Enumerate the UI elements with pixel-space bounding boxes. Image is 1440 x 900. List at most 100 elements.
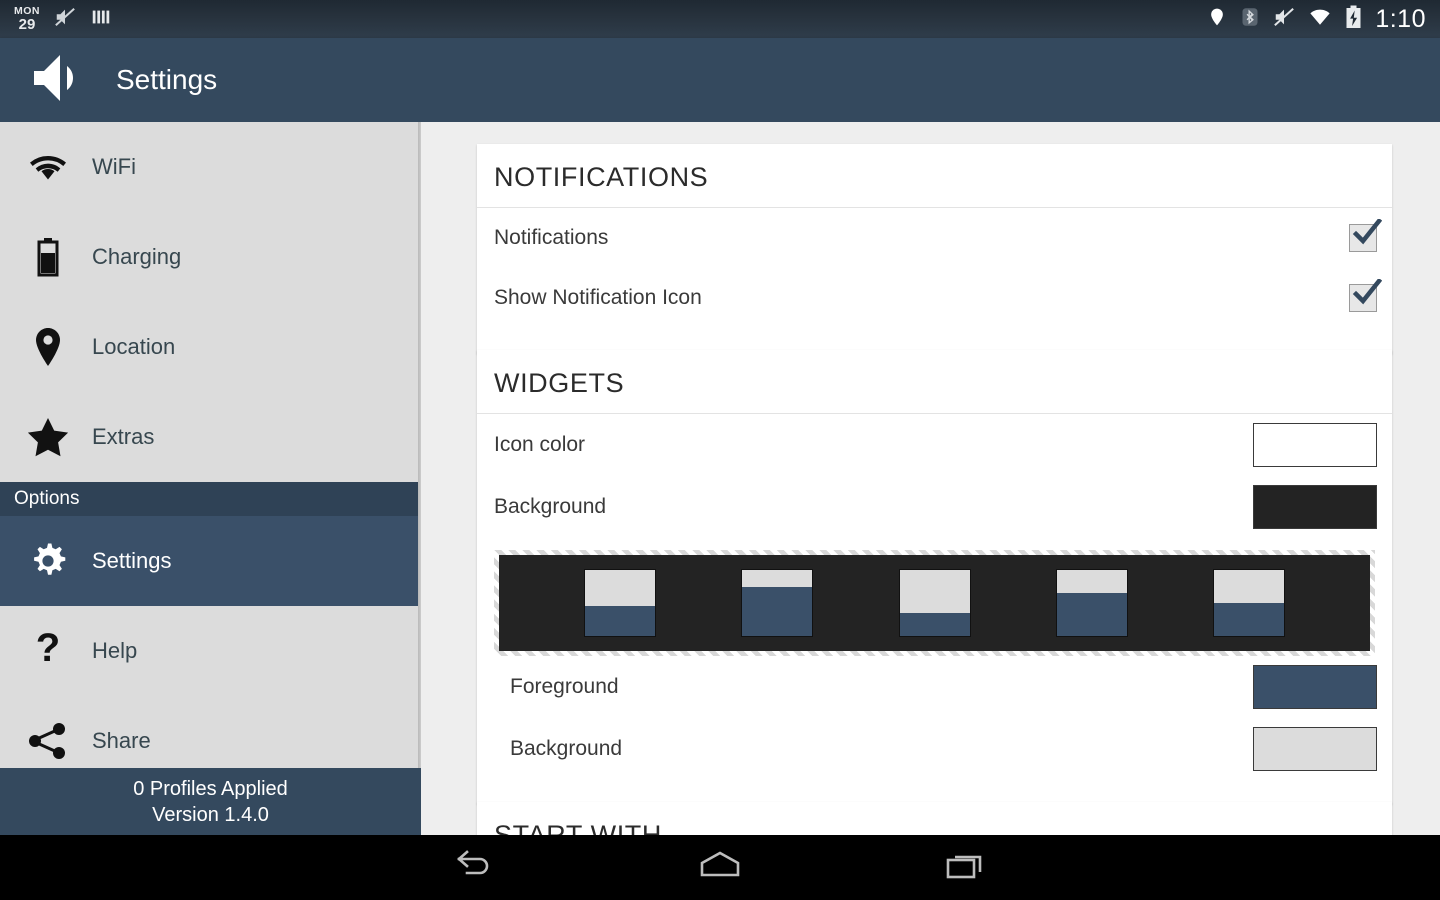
home-icon[interactable] xyxy=(696,848,744,887)
status-date-daynumber: 29 xyxy=(18,16,36,34)
preview-gap xyxy=(813,555,898,651)
nav-back-slot[interactable] xyxy=(353,848,598,887)
card-start-with: START WITH xyxy=(477,802,1392,835)
status-bar: MON 29 1:10 xyxy=(0,0,1440,38)
preview-bar-top xyxy=(585,570,656,607)
app-bar: Settings xyxy=(0,38,1440,122)
share-icon xyxy=(14,721,82,761)
row-label: Notifications xyxy=(494,226,609,249)
sidebar-item-help[interactable]: ? Help xyxy=(0,606,421,696)
row-foreground[interactable]: Foreground xyxy=(477,656,1392,718)
sidebar-item-settings[interactable]: Settings xyxy=(0,516,421,606)
sidebar-item-wifi[interactable]: WiFi xyxy=(0,122,421,212)
sidebar-item-location[interactable]: Location xyxy=(0,302,421,392)
version-text: Version 1.4.0 xyxy=(152,803,269,826)
status-date-badge: MON 29 xyxy=(14,6,40,33)
bars-icon xyxy=(90,6,112,33)
row-notifications[interactable]: Notifications xyxy=(477,208,1392,268)
status-clock: 1:10 xyxy=(1375,4,1426,33)
preview-bar xyxy=(1055,555,1128,651)
card-title: START WITH xyxy=(477,802,1392,835)
row-label: Show Notification Icon xyxy=(494,286,702,309)
row-label: Foreground xyxy=(510,675,619,698)
wifi-icon xyxy=(14,152,82,182)
location-pin-icon xyxy=(14,327,82,367)
status-date-dayofweek: MON xyxy=(14,4,40,17)
sidebar-footer: 0 Profiles Applied Version 1.4.0 xyxy=(0,768,421,835)
preview-bar-col xyxy=(1055,569,1128,637)
gear-icon xyxy=(14,539,82,583)
android-navigation-bar[interactable] xyxy=(0,835,1440,900)
checkbox-show-notification-icon[interactable] xyxy=(1349,279,1382,312)
color-swatch-icon-color[interactable] xyxy=(1253,423,1377,467)
check-icon xyxy=(1352,219,1382,245)
status-bar-left: MON 29 xyxy=(14,6,112,33)
row-label: Background xyxy=(510,737,623,760)
preview-bar-top xyxy=(742,570,813,587)
preview-gap xyxy=(971,555,1056,651)
preview-bar-col xyxy=(584,569,657,637)
sidebar-item-label: Location xyxy=(92,334,176,359)
sidebar-item-label: Extras xyxy=(92,424,155,449)
checkbox-notifications[interactable] xyxy=(1349,219,1382,252)
speaker-volume-icon[interactable] xyxy=(30,52,88,109)
card-bottom-pad xyxy=(477,780,1392,804)
location-icon xyxy=(1207,6,1227,33)
preview-bar xyxy=(741,555,814,651)
row-label: Icon color xyxy=(494,433,586,456)
preview-gap xyxy=(656,555,741,651)
row-icon-color[interactable]: Icon color xyxy=(477,414,1392,476)
battery-charging-icon xyxy=(1345,5,1362,34)
preview-bar-top xyxy=(1056,570,1127,594)
color-swatch-widget-background[interactable] xyxy=(1253,485,1377,529)
back-icon[interactable] xyxy=(452,848,498,887)
nav-home-slot[interactable] xyxy=(598,848,843,887)
mute-icon xyxy=(54,6,76,33)
preview-bar xyxy=(898,555,971,651)
sidebar-item-label: Settings xyxy=(92,548,172,573)
preview-bar-fill xyxy=(742,586,813,636)
sidebar-scroll[interactable]: WiFi Charging Location Extras Options Se… xyxy=(0,122,421,835)
svg-text:?: ? xyxy=(36,630,60,670)
preview-bar-col xyxy=(1212,569,1285,637)
star-icon xyxy=(14,417,82,457)
widget-preview[interactable] xyxy=(499,555,1370,651)
card-title: WIDGETS xyxy=(477,350,1392,414)
sidebar-section-header: Options xyxy=(0,482,421,516)
page-title: Settings xyxy=(116,64,218,95)
sidebar-item-label: Share xyxy=(92,728,151,753)
preview-bar-top xyxy=(1213,570,1284,603)
mute-icon xyxy=(1273,6,1295,33)
preview-bar-top xyxy=(899,570,970,613)
sidebar-item-charging[interactable]: Charging xyxy=(0,212,421,302)
preview-gap xyxy=(1285,555,1370,651)
nav-recents-slot[interactable] xyxy=(843,848,1088,887)
android-screen: MON 29 1:10 Settings WiFi Charging Locat… xyxy=(0,0,1440,900)
card-widgets: WIDGETS Icon color Background Foreground… xyxy=(477,350,1392,804)
recents-icon[interactable] xyxy=(942,848,988,887)
color-swatch-chart-background[interactable] xyxy=(1253,727,1377,771)
sidebar-item-extras[interactable]: Extras xyxy=(0,392,421,482)
bluetooth-icon xyxy=(1240,6,1260,33)
settings-content[interactable]: NOTIFICATIONS Notifications Show Notific… xyxy=(421,122,1440,835)
question-mark-icon: ? xyxy=(14,630,82,672)
preview-bar-fill xyxy=(899,612,970,636)
preview-bar-col xyxy=(741,569,814,637)
preview-gap xyxy=(499,555,584,651)
sidebar-item-label: Help xyxy=(92,638,138,663)
row-show-notification-icon[interactable]: Show Notification Icon xyxy=(477,268,1392,328)
row-background-chart[interactable]: Background xyxy=(477,718,1392,780)
preview-bar-fill xyxy=(1056,593,1127,636)
card-title: NOTIFICATIONS xyxy=(477,144,1392,208)
sidebar-item-label: WiFi xyxy=(92,154,136,179)
sidebar[interactable]: WiFi Charging Location Extras Options Se… xyxy=(0,122,421,835)
preview-bar xyxy=(1212,555,1285,651)
profiles-applied-text: 0 Profiles Applied xyxy=(133,777,288,800)
preview-bar-col xyxy=(898,569,971,637)
row-background-widget[interactable]: Background xyxy=(477,476,1392,538)
row-label: Background xyxy=(494,495,607,518)
widget-preview-frame xyxy=(494,550,1375,656)
color-swatch-foreground[interactable] xyxy=(1253,665,1377,709)
check-icon xyxy=(1352,279,1382,305)
battery-icon xyxy=(14,237,82,277)
